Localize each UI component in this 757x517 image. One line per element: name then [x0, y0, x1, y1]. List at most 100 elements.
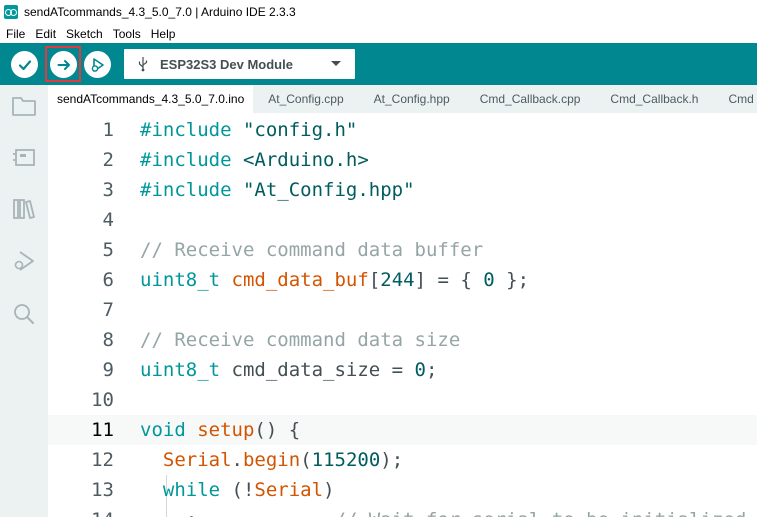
code-token: cmd_data_size =: [220, 359, 415, 381]
board-manager-icon[interactable]: [10, 143, 38, 171]
tab-cmd-overflow[interactable]: Cmd: [713, 85, 757, 113]
code-text: uint8_t cmd_data_size = 0;: [140, 355, 437, 385]
code-token: [: [368, 269, 381, 291]
code-line[interactable]: 14 ; // Wait for serial to be initialize…: [48, 505, 757, 517]
tab-main-sketch[interactable]: sendATcommands_4.3_5.0_7.0.ino: [48, 85, 254, 113]
menu-sketch[interactable]: Sketch: [66, 27, 103, 41]
code-line[interactable]: 2 #include <Arduino.h>: [48, 145, 757, 175]
code-text: #include <Arduino.h>: [140, 145, 369, 175]
activity-bar: [0, 85, 48, 517]
code-token: );: [380, 449, 404, 471]
line-number: 6: [102, 269, 114, 291]
code-token: .: [231, 449, 243, 471]
code-text: Serial.begin(115200);: [140, 445, 403, 475]
code-token: ;: [426, 359, 438, 381]
code-token: ): [323, 479, 335, 501]
code-token: #include: [140, 119, 232, 141]
code-token: cmd_data_buf: [231, 269, 369, 291]
code-line[interactable]: 5 // Receive command data buffer: [48, 235, 757, 265]
code-line[interactable]: 6 uint8_t cmd_data_buf[244] = { 0 };: [48, 265, 757, 295]
arrow-right-icon: [57, 59, 70, 70]
code-text: #include "At_Config.hpp": [140, 175, 415, 205]
editor-tabs: sendATcommands_4.3_5.0_7.0.ino At_Config…: [48, 85, 757, 113]
code-line[interactable]: 7: [48, 295, 757, 325]
line-number: 10: [91, 389, 114, 411]
code-line[interactable]: 3 #include "At_Config.hpp": [48, 175, 757, 205]
code-token: };: [494, 269, 530, 291]
code-token: uint8_t: [140, 269, 221, 291]
code-text: #include "config.h": [140, 115, 357, 145]
code-token: <Arduino.h>: [242, 149, 369, 171]
tab-cmd-callback-h[interactable]: Cmd_Callback.h: [595, 85, 713, 113]
menu-edit[interactable]: Edit: [35, 27, 56, 41]
code-line[interactable]: 4: [48, 205, 757, 235]
code-token: // Receive command data size: [140, 329, 461, 351]
verify-button[interactable]: [11, 51, 38, 78]
code-line[interactable]: 8 // Receive command data size: [48, 325, 757, 355]
code-text: while (!Serial): [140, 475, 335, 505]
line-number: 1: [102, 119, 114, 141]
code-token: uint8_t: [140, 359, 221, 381]
code-token: begin: [242, 449, 301, 471]
code-text: // Receive command data size: [140, 325, 460, 355]
window-title: sendATcommands_4.3_5.0_7.0 | Arduino IDE…: [24, 5, 296, 19]
code-token: 115200: [311, 449, 381, 471]
code-token: 0: [414, 359, 426, 381]
code-line[interactable]: 11 void setup() {: [48, 415, 757, 445]
code-text: uint8_t cmd_data_buf[244] = { 0 };: [140, 265, 529, 295]
code-token: // Wait for serial to be initialized: [334, 509, 746, 517]
menu-file[interactable]: File: [6, 27, 25, 41]
code-token: setup: [197, 419, 255, 441]
menu-bar: File Edit Sketch Tools Help: [0, 24, 757, 43]
code-token: (: [300, 449, 312, 471]
code-token: #include: [140, 149, 232, 171]
checkmark-icon: [18, 59, 31, 70]
tab-at-config-hpp[interactable]: At_Config.hpp: [359, 85, 465, 113]
line-number: 2: [102, 149, 114, 171]
code-token: Serial: [162, 449, 232, 471]
code-token: Serial: [254, 479, 324, 501]
line-number: 7: [102, 299, 114, 321]
debug-icon: [91, 57, 104, 72]
library-icon[interactable]: [10, 195, 38, 223]
menu-help[interactable]: Help: [151, 27, 176, 41]
code-line[interactable]: 9 uint8_t cmd_data_size = 0;: [48, 355, 757, 385]
line-number: 5: [102, 239, 114, 261]
toolbar: ESP32S3 Dev Module: [0, 43, 757, 85]
tab-at-config-cpp[interactable]: At_Config.cpp: [253, 85, 358, 113]
board-name: ESP32S3 Dev Module: [160, 56, 293, 72]
code-line[interactable]: 13 while (!Serial): [48, 475, 757, 505]
debug-button[interactable]: [84, 51, 111, 78]
line-number: 11: [91, 419, 114, 441]
search-icon[interactable]: [10, 300, 38, 328]
tab-cmd-callback-cpp[interactable]: Cmd_Callback.cpp: [465, 85, 596, 113]
line-number: 3: [102, 179, 114, 201]
menu-tools[interactable]: Tools: [113, 27, 141, 41]
board-selector[interactable]: ESP32S3 Dev Module: [124, 49, 355, 79]
chevron-down-icon: [331, 61, 341, 66]
line-number: 8: [102, 329, 114, 351]
code-line[interactable]: 1 #include "config.h": [48, 115, 757, 145]
code-token: void: [140, 419, 186, 441]
code-token: // Receive command data buffer: [140, 239, 484, 261]
code-token: ;: [140, 509, 334, 517]
usb-icon: [136, 56, 150, 72]
title-bar: sendATcommands_4.3_5.0_7.0 | Arduino IDE…: [0, 0, 757, 24]
code-token: ] = {: [414, 269, 484, 291]
folder-icon[interactable]: [10, 92, 38, 120]
code-line[interactable]: 10: [48, 385, 757, 415]
code-line[interactable]: 12 Serial.begin(115200);: [48, 445, 757, 475]
code-token: 244: [380, 269, 415, 291]
debug-icon[interactable]: [10, 247, 38, 275]
code-text: ; // Wait for serial to be initialized: [140, 505, 747, 517]
code-editor[interactable]: 1 #include "config.h" 2 #include <Arduino.h…: [48, 113, 757, 517]
line-number: 14: [48, 505, 114, 517]
line-number: 9: [102, 359, 114, 381]
upload-button[interactable]: [50, 51, 77, 78]
